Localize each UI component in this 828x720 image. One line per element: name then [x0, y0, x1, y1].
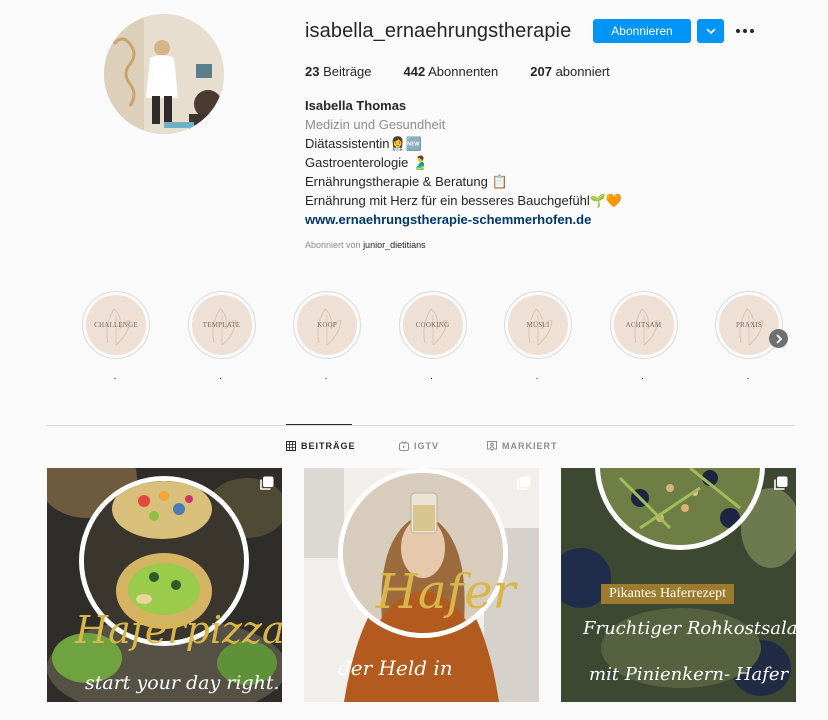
highlight-caption: . [219, 371, 222, 382]
highlight-caption: . [535, 371, 539, 382]
highlight-label: Praxis [735, 321, 763, 329]
bio-line: Gastroenterologie 🫃 [305, 155, 429, 170]
grid-icon [286, 441, 296, 451]
highlight-label: Achtsam [625, 321, 662, 329]
highlight-cover: Template [187, 291, 256, 359]
story-highlight[interactable]: Challenge. [82, 291, 150, 382]
bio-category: Medizin und Gesundheit [305, 117, 446, 132]
highlight-cover: Challenge [82, 291, 150, 359]
post-title: Fruchtiger Rohkostsalat [583, 618, 796, 639]
followers-stat[interactable]: 442 Abonnenten [404, 64, 499, 79]
tabs-divider [46, 425, 795, 426]
story-highlight[interactable]: Müsli. [504, 291, 572, 382]
highlight-cover: Müsli [504, 291, 572, 359]
carousel-icon [260, 476, 274, 495]
profile-username: isabella_ernaehrungstherapie [305, 20, 572, 42]
tagged-icon [487, 441, 497, 451]
highlight-caption: . [113, 371, 117, 382]
tab-tagged[interactable]: MARKIERT [487, 441, 558, 451]
following-stat[interactable]: 207 abonniert [530, 64, 610, 79]
highlight-label: Cooking [415, 321, 450, 329]
post-tile[interactable]: Haferpizza start your day right. [47, 468, 282, 702]
bio-name: Isabella Thomas [305, 98, 407, 113]
bio-line: Ernährung mit Herz für ein besseres Bauc… [305, 193, 623, 208]
post-tile[interactable]: Hafer der Held in [304, 468, 539, 702]
chevron-right-icon [775, 333, 782, 344]
story-highlight[interactable]: Achtsam. [609, 291, 678, 382]
highlight-caption: . [430, 371, 433, 382]
tab-igtv[interactable]: IGTV [399, 441, 439, 451]
highlight-label: Challenge [94, 321, 138, 329]
posts-stat: 23 Beiträge [305, 64, 372, 79]
story-highlight[interactable]: Koop. [293, 291, 361, 382]
highlight-label: Müsli [526, 321, 550, 329]
highlight-caption: . [746, 371, 750, 382]
chevron-down-icon [705, 28, 716, 35]
profile-avatar[interactable] [104, 14, 224, 134]
highlight-cover: Achtsam [609, 291, 678, 359]
followed-by: Abonniert von junior_dietitians [305, 240, 426, 250]
story-highlight[interactable]: Cooking. [398, 291, 467, 382]
highlight-cover: Koop [293, 291, 361, 359]
carousel-icon [774, 476, 788, 495]
active-tab-indicator [286, 424, 352, 425]
igtv-icon [399, 441, 409, 451]
post-subtitle: mit Pinienkern- Hafer [589, 664, 789, 685]
bio-line: Ernährungstherapie & Beratung 📋 [305, 174, 508, 189]
post-title: Haferpizza [75, 608, 282, 652]
follow-button[interactable]: Abonnieren [593, 19, 691, 43]
more-options-button[interactable] [734, 20, 756, 42]
highlight-label: Koop [317, 321, 337, 329]
highlight-label: Template [202, 321, 241, 329]
carousel-icon [517, 476, 531, 495]
post-tile[interactable]: Pikantes Haferrezept Fruchtiger Rohkosts… [561, 468, 796, 702]
tab-posts[interactable]: BEITRÄGE [286, 441, 356, 451]
followed-by-user-link[interactable]: junior_dietitians [363, 240, 426, 250]
profile-stats: 23 Beiträge 442 Abonnenten 207 abonniert [305, 64, 642, 79]
post-banner: Pikantes Haferrezept [601, 584, 734, 604]
story-highlight[interactable]: Template. [187, 291, 256, 382]
post-title: Hafer [376, 564, 516, 620]
highlight-caption: . [641, 371, 644, 382]
bio-website-link[interactable]: www.ernaehrungstherapie-schemmerhofen.de [305, 210, 622, 229]
suggested-accounts-button[interactable] [697, 19, 724, 43]
highlight-cover: Praxis [715, 291, 783, 359]
highlight-caption: . [324, 371, 328, 382]
highlights-next-button[interactable] [769, 329, 788, 348]
post-subtitle: start your day right. [85, 672, 280, 694]
post-subtitle: der Held in [338, 656, 453, 680]
bio-line: Diätassistentin👩‍⚕️🆕 [305, 136, 422, 151]
more-icon [736, 29, 754, 33]
highlight-cover: Cooking [398, 291, 467, 359]
profile-bio: Isabella Thomas Medizin und Gesundheit D… [305, 96, 622, 229]
